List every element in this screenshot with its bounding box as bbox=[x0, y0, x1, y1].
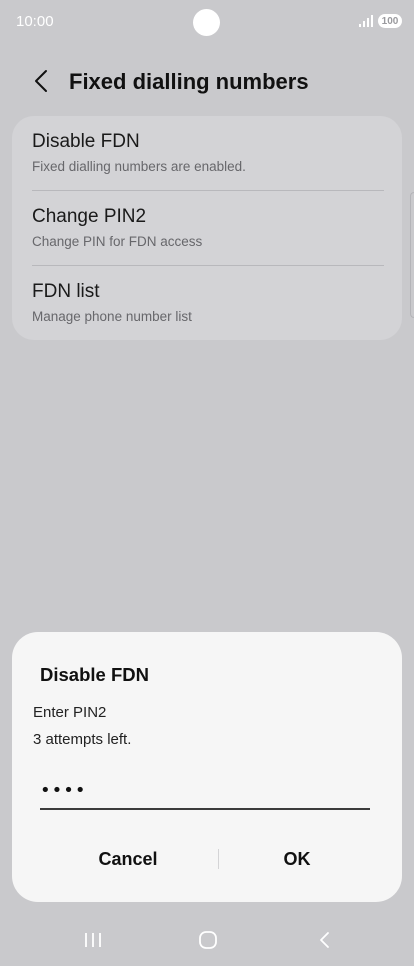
status-indicators: 100 bbox=[359, 14, 402, 28]
back-button[interactable] bbox=[26, 66, 56, 96]
item-subtitle: Fixed dialling numbers are enabled. bbox=[32, 159, 246, 174]
item-subtitle: Change PIN for FDN access bbox=[32, 234, 203, 249]
item-title: FDN list bbox=[32, 281, 100, 302]
item-title: Disable FDN bbox=[32, 131, 140, 152]
edge-panel-handle[interactable] bbox=[410, 192, 414, 318]
item-subtitle: Manage phone number list bbox=[32, 309, 192, 324]
header: Fixed dialling numbers bbox=[0, 58, 414, 104]
battery-level: 100 bbox=[378, 14, 402, 28]
camera-cutout bbox=[193, 9, 220, 36]
recents-icon bbox=[85, 933, 101, 947]
home-button[interactable] bbox=[193, 927, 223, 953]
settings-item-fdn-list[interactable]: FDN list Manage phone number list bbox=[12, 266, 402, 340]
item-title: Change PIN2 bbox=[32, 206, 147, 227]
signal-icon bbox=[359, 15, 373, 27]
navigation-bar bbox=[0, 918, 414, 962]
dialog-message-attempts: 3 attempts left. bbox=[33, 731, 132, 748]
back-icon bbox=[320, 932, 329, 948]
ok-button[interactable]: OK bbox=[217, 842, 377, 876]
screen: 10:00 100 Fixed dialling numbers Disable… bbox=[0, 0, 414, 966]
page-title: Fixed dialling numbers bbox=[69, 69, 309, 94]
cancel-button[interactable]: Cancel bbox=[48, 842, 208, 876]
pin-dialog: Disable FDN Enter PIN2 3 attempts left. … bbox=[12, 632, 402, 902]
home-icon bbox=[199, 931, 217, 949]
status-bar: 10:00 100 bbox=[0, 0, 414, 44]
chevron-left-icon bbox=[35, 70, 47, 92]
status-time: 10:00 bbox=[16, 13, 54, 30]
dialog-message-prompt: Enter PIN2 bbox=[33, 704, 107, 721]
settings-card: Disable FDN Fixed dialling numbers are e… bbox=[12, 116, 402, 340]
dialog-title: Disable FDN bbox=[40, 664, 149, 685]
pin-input[interactable] bbox=[40, 772, 370, 810]
settings-item-disable-fdn[interactable]: Disable FDN Fixed dialling numbers are e… bbox=[12, 116, 402, 190]
nav-back-button[interactable] bbox=[309, 927, 339, 953]
recents-button[interactable] bbox=[78, 927, 108, 953]
settings-item-change-pin2[interactable]: Change PIN2 Change PIN for FDN access bbox=[12, 191, 402, 265]
